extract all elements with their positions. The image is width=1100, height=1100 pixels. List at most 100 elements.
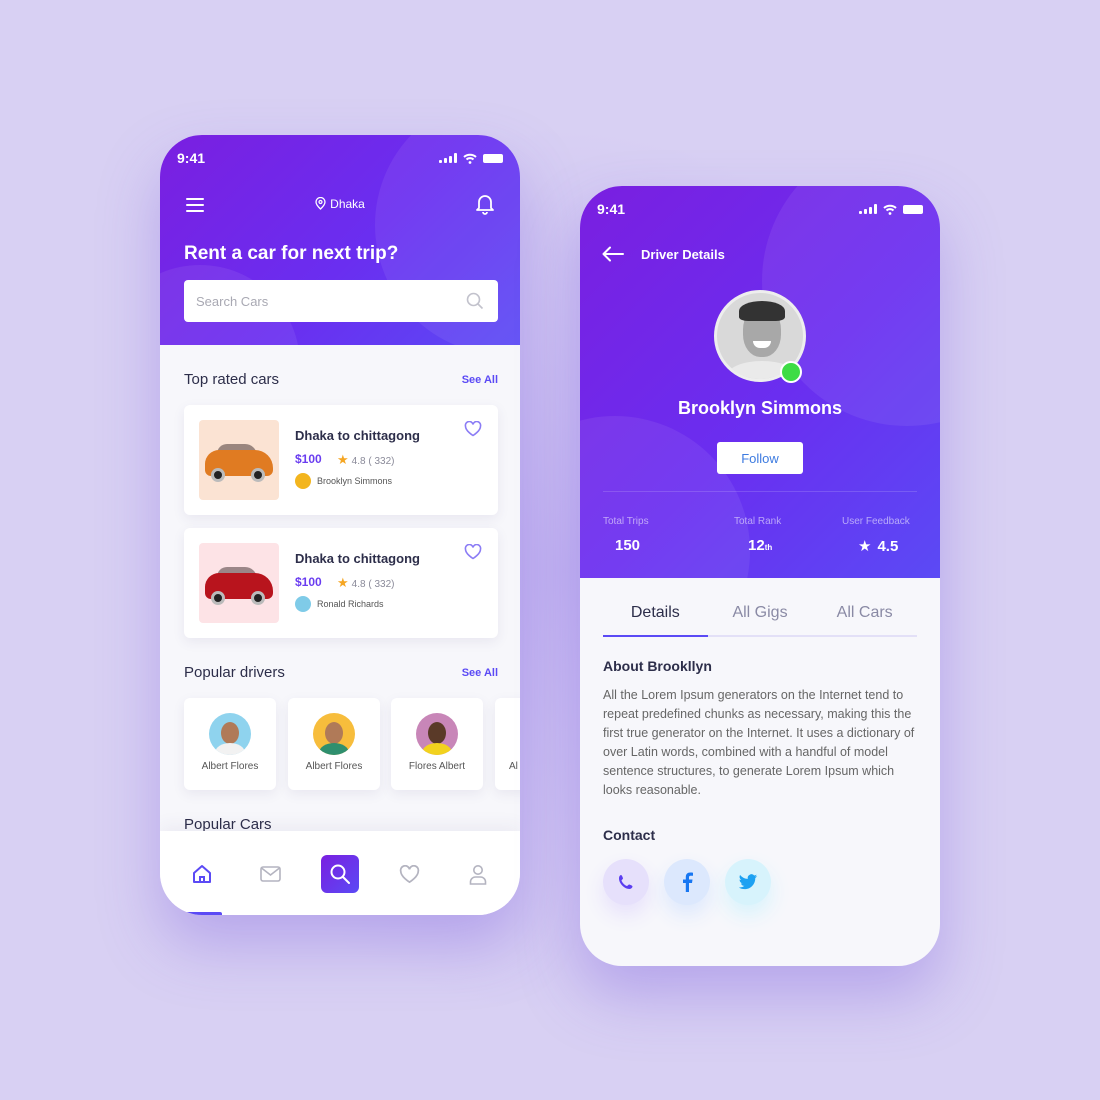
facebook-contact-button[interactable]	[664, 859, 710, 905]
driver-details-screen: 9:41 Driver Details Brooklyn Simmons Fol…	[580, 186, 940, 966]
star-icon: ★	[337, 575, 349, 590]
tab-details[interactable]: Details	[603, 591, 708, 637]
home-header: 9:41 Dhaka Rent a car for next trip?	[160, 135, 520, 345]
stat-value: ★ 4.5	[858, 538, 899, 555]
hero-title: Rent a car for next trip?	[184, 243, 399, 264]
rating-value: 4.8 ( 332)	[351, 456, 395, 467]
bell-icon[interactable]	[475, 193, 495, 215]
car-owner: Ronald Richards	[295, 596, 384, 612]
battery-icon	[483, 153, 503, 163]
contact-title: Contact	[603, 827, 656, 843]
signal-icon	[859, 204, 877, 214]
car-price: $100	[295, 575, 322, 589]
twitter-icon	[738, 873, 758, 889]
car-rating: ★ 4.8 ( 332)	[337, 452, 394, 468]
tab-all-cars[interactable]: All Cars	[812, 591, 917, 635]
nav-messages[interactable]	[251, 855, 289, 893]
status-bar: 9:41	[177, 149, 503, 167]
about-text: All the Lorem Ipsum generators on the In…	[603, 688, 915, 797]
driver-name: Albert Flores	[305, 761, 363, 772]
driver-card[interactable]: Flores Albert	[391, 698, 483, 790]
bottom-nav	[160, 831, 520, 915]
nav-search[interactable]	[321, 855, 359, 893]
search-icon	[330, 864, 350, 884]
mail-icon	[259, 866, 281, 882]
follow-button[interactable]: Follow	[717, 442, 803, 474]
owner-avatar	[295, 473, 311, 489]
nav-favorites[interactable]	[390, 855, 428, 893]
favorite-heart-icon[interactable]	[464, 421, 482, 437]
popular-drivers-title: Popular drivers	[184, 664, 285, 681]
owner-name: Brooklyn Simmons	[317, 476, 393, 486]
car-rating: ★ 4.8 ( 332)	[337, 575, 394, 591]
twitter-contact-button[interactable]	[725, 859, 771, 905]
driver-name: Flores Albert	[408, 761, 466, 772]
car-owner: Brooklyn Simmons	[295, 473, 392, 489]
car-wheel	[211, 468, 225, 482]
car-price: $100	[295, 452, 322, 466]
driver-header: 9:41 Driver Details Brooklyn Simmons Fol…	[580, 186, 940, 578]
home-icon	[193, 865, 211, 883]
online-status-indicator	[780, 361, 802, 383]
driver-card[interactable]: Albert Flores	[288, 698, 380, 790]
car-image	[199, 543, 279, 623]
stat-value: 150	[615, 537, 641, 554]
about-title: About Brookllyn	[603, 658, 712, 674]
stat-label: User Feedback	[842, 516, 910, 527]
phone-contact-button[interactable]	[603, 859, 649, 905]
heart-icon	[399, 864, 419, 883]
status-bar: 9:41	[597, 200, 923, 218]
owner-name: Ronald Richards	[317, 599, 384, 609]
user-icon	[469, 864, 487, 885]
search-input[interactable]	[184, 280, 498, 322]
stat-total-rank: Total Rank 12th	[734, 516, 781, 554]
star-icon: ★	[858, 538, 872, 555]
driver-name: Albert Flores	[201, 761, 259, 772]
car-card[interactable]: Dhaka to chittagong $100 ★ 4.8 ( 332) Ron…	[184, 528, 498, 638]
driver-avatar	[313, 713, 355, 755]
car-wheel	[211, 591, 225, 605]
car-card[interactable]: Dhaka to chittagong $100 ★ 4.8 ( 332) Bro…	[184, 405, 498, 515]
driver-tabs: Details All Gigs All Cars	[603, 591, 917, 637]
driver-card[interactable]: Albert Flores	[184, 698, 276, 790]
driver-name: Al	[509, 761, 518, 772]
search-icon[interactable]	[466, 292, 484, 310]
nav-profile[interactable]	[459, 855, 497, 893]
signal-icon	[439, 153, 457, 163]
top-rated-see-all-link[interactable]: See All	[462, 374, 498, 386]
location-pin-icon	[315, 196, 326, 210]
location-label: Dhaka	[330, 197, 365, 211]
nav-home[interactable]	[183, 855, 221, 893]
location-selector[interactable]: Dhaka	[160, 196, 520, 211]
phone-icon	[619, 875, 633, 889]
stat-label: Total Trips	[603, 516, 649, 527]
driver-avatar	[416, 713, 458, 755]
stat-label: Total Rank	[734, 516, 782, 527]
car-title: Dhaka to chittagong	[295, 428, 420, 443]
driver-card[interactable]: Al	[495, 698, 520, 790]
active-nav-indicator	[186, 912, 222, 915]
driver-avatar	[209, 713, 251, 755]
car-wheel	[251, 468, 265, 482]
car-wheel	[251, 591, 265, 605]
driver-name: Brooklyn Simmons	[677, 398, 843, 418]
stat-total-trips: Total Trips 150	[603, 516, 649, 554]
rating-value: 4.8 ( 332)	[351, 579, 395, 590]
back-arrow-icon[interactable]	[602, 246, 624, 262]
stat-value: 12th	[748, 537, 773, 554]
page-title: Driver Details	[641, 247, 725, 262]
top-rated-title: Top rated cars	[184, 371, 280, 388]
status-time: 9:41	[177, 150, 206, 166]
car-title: Dhaka to chittagong	[295, 551, 420, 566]
tab-all-gigs[interactable]: All Gigs	[708, 591, 813, 635]
home-screen: 9:41 Dhaka Rent a car for next trip? Top…	[160, 135, 520, 915]
wifi-icon	[883, 204, 897, 215]
car-image	[199, 420, 279, 500]
favorite-heart-icon[interactable]	[464, 544, 482, 560]
facebook-icon	[683, 872, 693, 892]
stat-user-feedback: User Feedback ★ 4.5	[842, 516, 910, 555]
status-time: 9:41	[597, 201, 626, 217]
battery-icon	[903, 204, 923, 214]
owner-avatar	[295, 596, 311, 612]
popular-drivers-see-all-link[interactable]: See All	[462, 667, 498, 679]
